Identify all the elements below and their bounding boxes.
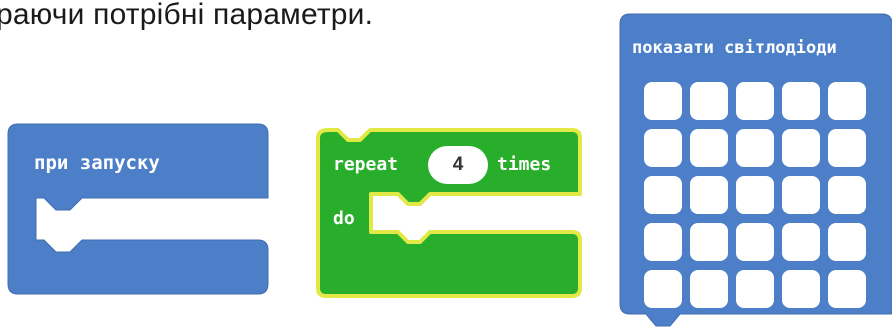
start-block-label: при запуску [34,152,160,174]
led-cell[interactable] [690,176,728,214]
led-cell[interactable] [828,270,866,308]
led-cell[interactable] [644,82,682,120]
led-cell[interactable] [736,223,774,261]
led-cell[interactable] [828,82,866,120]
led-cell[interactable] [782,176,820,214]
led-cell[interactable] [644,129,682,167]
led-cell[interactable] [782,223,820,261]
led-grid [644,82,866,308]
led-cell[interactable] [690,129,728,167]
repeat-label: repeat [333,154,399,175]
show-leds-label: показати світлодіоди [632,38,837,58]
led-cell[interactable] [828,176,866,214]
led-cell[interactable] [782,129,820,167]
led-cell[interactable] [644,223,682,261]
led-cell[interactable] [690,82,728,120]
led-cell[interactable] [736,82,774,120]
led-cell[interactable] [736,129,774,167]
led-cell[interactable] [736,270,774,308]
do-label: do [333,208,355,229]
led-cell[interactable] [644,176,682,214]
led-cell[interactable] [828,223,866,261]
times-label: times [497,154,552,175]
led-cell[interactable] [644,270,682,308]
led-cell[interactable] [690,270,728,308]
start-block-shape[interactable] [7,123,269,295]
led-cell[interactable] [782,270,820,308]
led-cell[interactable] [828,129,866,167]
led-cell[interactable] [690,223,728,261]
led-cell[interactable] [782,82,820,120]
led-cell[interactable] [736,176,774,214]
repeat-count-input[interactable]: 4 [428,146,488,184]
